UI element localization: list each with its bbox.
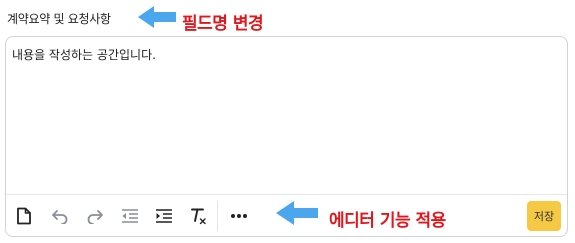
save-button[interactable]: 저장: [527, 201, 561, 231]
indent-button[interactable]: [152, 204, 176, 228]
new-document-button[interactable]: [12, 204, 36, 228]
screenshot-stage: 계약요약 및 요청사항 필드명 변경 내용을 작성하는 공간입니다. 저장 에디…: [0, 0, 575, 243]
annotation-field-rename: 필드명 변경: [182, 14, 264, 34]
annotation-editor-feature: 에디터 기능 적용: [329, 211, 446, 231]
undo-icon: [52, 210, 68, 224]
redo-icon: [87, 210, 103, 224]
arrow-left-icon: [276, 201, 318, 225]
redo-button[interactable]: [83, 204, 107, 228]
indent-icon: [156, 209, 172, 223]
editor-content-area[interactable]: 내용을 작성하는 공간입니다.: [6, 37, 567, 194]
outdent-icon: [122, 209, 138, 223]
clear-format-icon: [191, 208, 206, 225]
more-button[interactable]: [227, 204, 251, 228]
outdent-button[interactable]: [118, 204, 142, 228]
editor-content-text: 내용을 작성하는 공간입니다.: [12, 48, 156, 62]
toolbar-separator: [217, 201, 218, 231]
clear-format-button[interactable]: [186, 204, 210, 228]
undo-button[interactable]: [48, 204, 72, 228]
field-label: 계약요약 및 요청사항: [7, 12, 111, 26]
new-document-icon: [17, 207, 31, 225]
arrow-left-icon: [138, 6, 176, 28]
more-icon: [231, 214, 247, 218]
